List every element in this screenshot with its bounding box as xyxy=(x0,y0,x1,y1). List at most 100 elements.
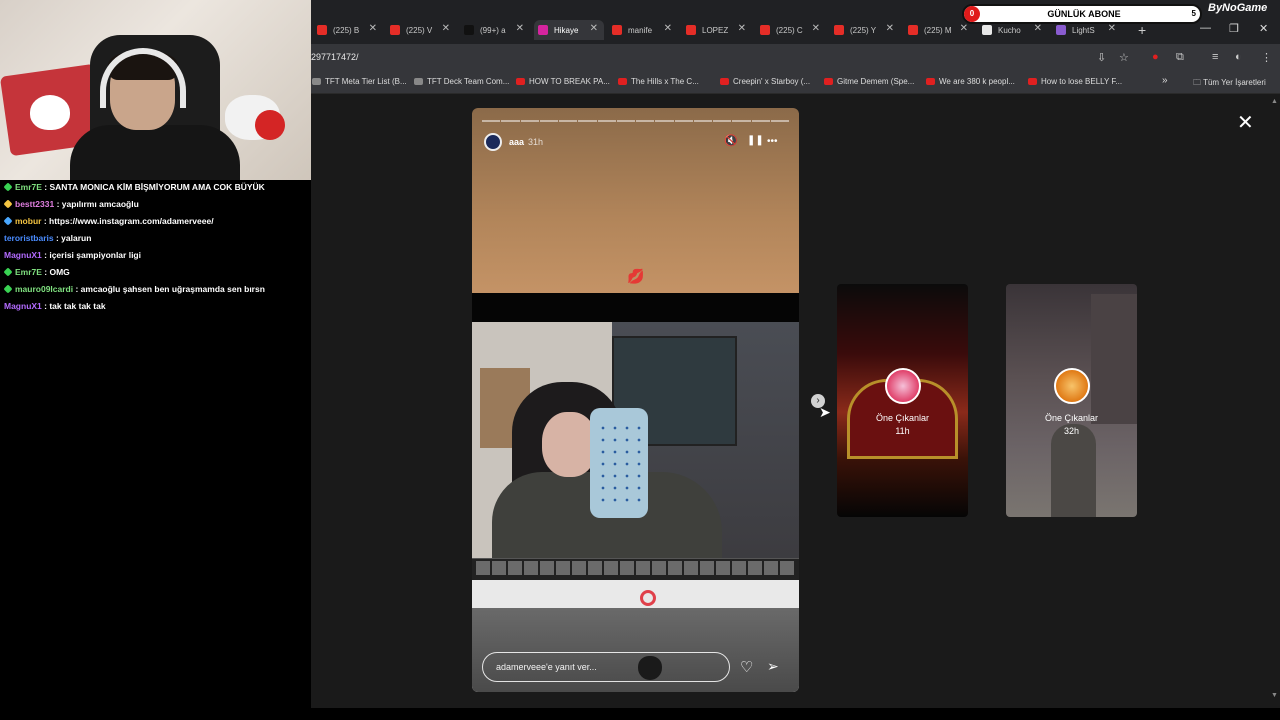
install-app-icon[interactable]: ⇩ xyxy=(1097,51,1106,64)
close-viewer-icon[interactable]: ✕ xyxy=(1237,110,1254,135)
screen: (225) B ✕ (225) V ✕ (99+) a ✕ Hikaye ✕ manife ✕ LO… xyxy=(0,0,1280,720)
minimize-icon[interactable]: — xyxy=(1200,22,1211,34)
bookmark-favicon-icon xyxy=(1028,78,1037,85)
thumbnail-frame xyxy=(700,561,714,575)
profile-avatar-icon[interactable]: ◐ xyxy=(1235,51,1242,63)
tab-label: (225) Y xyxy=(850,25,877,35)
tab-favicon-icon xyxy=(760,25,770,35)
tab-close-icon[interactable]: ✕ xyxy=(516,23,524,34)
tab-close-icon[interactable]: ✕ xyxy=(812,23,820,34)
tab-close-icon[interactable]: ✕ xyxy=(1108,23,1116,34)
chat-text: : içerisi şampiyonlar ligi xyxy=(41,250,141,260)
chat-username[interactable]: Emr7E xyxy=(15,267,42,277)
story-progress-segment xyxy=(751,120,770,122)
maximize-icon[interactable]: ❐ xyxy=(1229,22,1239,35)
all-bookmarks-folder[interactable]: 🗀 Tüm Yer İşaretleri xyxy=(1193,77,1266,91)
thumbnail-frame xyxy=(476,561,490,575)
more-options-icon[interactable]: ••• xyxy=(767,136,778,147)
story-progress-segment xyxy=(616,120,635,122)
chat-username[interactable]: teroristbaris xyxy=(4,233,54,243)
story-progress-segment xyxy=(482,120,501,122)
browser-tab[interactable]: LOPEZ ✕ xyxy=(682,20,752,40)
tab-close-icon[interactable]: ✕ xyxy=(369,23,377,34)
tab-favicon-icon xyxy=(982,25,992,35)
new-tab-button[interactable]: + xyxy=(1138,22,1146,38)
media-control-icon[interactable]: ≡ xyxy=(1212,51,1218,63)
tab-favicon-icon xyxy=(1056,25,1066,35)
story-progress-segment xyxy=(770,120,789,122)
bookmark-item[interactable]: HOW TO BREAK PA... xyxy=(516,77,610,86)
tab-close-icon[interactable]: ✕ xyxy=(664,23,672,34)
story-progress-segment xyxy=(713,120,732,122)
bookmark-favicon-icon xyxy=(516,78,525,85)
bookmark-star-icon[interactable]: ☆ xyxy=(1119,51,1129,64)
preview-story-1[interactable]: Öne Çıkanlar 11h xyxy=(837,284,968,517)
browser-tab[interactable]: manife ✕ xyxy=(608,20,678,40)
mute-icon[interactable]: 🔇 xyxy=(724,134,738,147)
scroll-up-arrow-icon[interactable]: ▲ xyxy=(1271,98,1278,105)
bookmark-item[interactable]: How to lose BELLY F... xyxy=(1028,77,1122,86)
chat-text: : tak tak tak tak xyxy=(41,301,106,311)
bookmark-item[interactable]: TFT Meta Tier List (B... xyxy=(312,77,407,86)
sub-count-start: 0 xyxy=(964,6,980,22)
bookmark-item[interactable]: The Hills x The C... xyxy=(618,77,699,86)
tab-close-icon[interactable]: ✕ xyxy=(738,23,746,34)
tab-close-icon[interactable]: ✕ xyxy=(1034,23,1042,34)
extension-red-icon[interactable]: ● xyxy=(1152,51,1159,63)
scroll-down-arrow-icon[interactable]: ▼ xyxy=(1271,692,1278,699)
menu-kebab-icon[interactable]: ⋮ xyxy=(1261,51,1272,64)
bookmark-item[interactable]: Creepin' x Starboy (... xyxy=(720,77,810,86)
browser-tab[interactable]: (225) M ✕ xyxy=(904,20,974,40)
chat-username[interactable]: Emr7E xyxy=(15,182,42,192)
chat-username[interactable]: mauro09lcardi xyxy=(15,284,73,294)
story-card[interactable]: aaa 31h 🔇 ❚❚ ••• 💋 adamerveee'e yanıt ve… xyxy=(472,108,799,692)
chat-username[interactable]: mobur xyxy=(15,216,41,226)
window-close-icon[interactable]: ✕ xyxy=(1259,22,1268,35)
like-heart-icon[interactable]: ♡ xyxy=(740,658,753,676)
photo-thumbnail-strip xyxy=(472,558,799,580)
send-share-icon[interactable]: ➢ xyxy=(767,658,779,675)
tab-favicon-icon xyxy=(686,25,696,35)
reply-input[interactable]: adamerveee'e yanıt ver... xyxy=(482,652,730,682)
preview-story-2[interactable]: Öne Çıkanlar 32h xyxy=(1006,284,1137,517)
tab-label: (225) M xyxy=(924,25,952,35)
tab-close-icon[interactable]: ✕ xyxy=(590,23,598,34)
browser-tab[interactable]: (225) B ✕ xyxy=(313,20,383,40)
thumbnail-frame xyxy=(652,561,666,575)
story-author-username[interactable]: aaa xyxy=(509,137,524,147)
tab-close-icon[interactable]: ✕ xyxy=(442,23,450,34)
bookmark-label: HOW TO BREAK PA... xyxy=(529,77,610,86)
extensions-puzzle-icon[interactable]: ⧉ xyxy=(1176,51,1184,64)
browser-tab[interactable]: (225) C ✕ xyxy=(756,20,826,40)
bookmark-item[interactable]: TFT Deck Team Com... xyxy=(414,77,509,86)
bookmark-item[interactable]: Gitme Demem (Spe... xyxy=(824,77,914,86)
browser-tab[interactable]: (225) Y ✕ xyxy=(830,20,900,40)
chat-username[interactable]: MagnuX1 xyxy=(4,301,42,311)
tab-label: (225) V xyxy=(406,25,433,35)
preview-label-2: Öne Çıkanlar xyxy=(1044,413,1099,423)
browser-tab[interactable]: (225) V ✕ xyxy=(386,20,456,40)
chat-username[interactable]: MagnuX1 xyxy=(4,250,42,260)
chat-badge-icon xyxy=(3,216,13,226)
browser-tab[interactable]: (99+) a ✕ xyxy=(460,20,530,40)
folder-icon: 🗀 xyxy=(1193,78,1204,87)
chat-message: mauro09lcardi : amcaoğlu şahsen ben uğra… xyxy=(3,284,265,294)
bookmark-item[interactable]: We are 380 k peopl... xyxy=(926,77,1015,86)
tab-favicon-icon xyxy=(464,25,474,35)
tab-close-icon[interactable]: ✕ xyxy=(960,23,968,34)
story-photo xyxy=(472,322,799,580)
chat-text: : amcaoğlu şahsen ben uğraşmamda sen bır… xyxy=(73,284,265,294)
bookmarks-overflow-button[interactable]: » xyxy=(1162,75,1168,86)
pause-icon[interactable]: ❚❚ xyxy=(747,135,764,146)
thumbnail-frame xyxy=(764,561,778,575)
cam-plush-toy-red xyxy=(255,110,285,140)
chat-username[interactable]: bestt2331 xyxy=(15,199,54,209)
tab-label: (225) C xyxy=(776,25,803,35)
story-author-avatar[interactable] xyxy=(484,133,502,151)
bookmark-favicon-icon xyxy=(312,78,321,85)
browser-tab[interactable]: Hikaye ✕ xyxy=(534,20,604,40)
url-field[interactable]: 297717472/ xyxy=(311,52,359,62)
tab-close-icon[interactable]: ✕ xyxy=(886,23,894,34)
bookmark-favicon-icon xyxy=(926,78,935,85)
tab-favicon-icon xyxy=(908,25,918,35)
